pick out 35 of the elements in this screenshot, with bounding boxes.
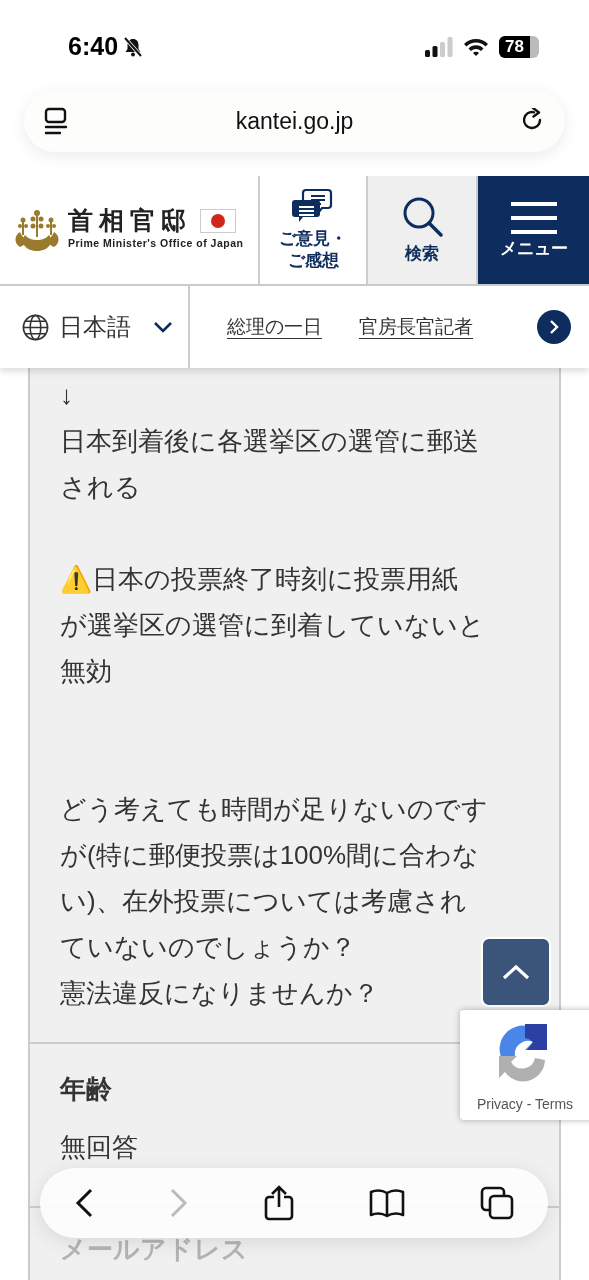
search-button[interactable]: 検索 bbox=[368, 176, 478, 284]
nav-link[interactable]: 官房長官記者 bbox=[359, 312, 473, 342]
bell-off-icon bbox=[122, 36, 145, 58]
scroll-right-button[interactable] bbox=[537, 310, 571, 344]
field-label: メールアドレス bbox=[60, 1233, 248, 1266]
url-text: kantei.go.jp bbox=[235, 106, 354, 136]
globe-icon bbox=[22, 313, 49, 341]
bookmarks-icon[interactable] bbox=[369, 1188, 405, 1218]
share-icon[interactable] bbox=[264, 1185, 294, 1221]
speech-bubbles-icon bbox=[292, 188, 334, 224]
clock-time: 6:40 bbox=[68, 31, 119, 63]
chevron-up-icon bbox=[502, 964, 530, 980]
privacy-terms-link[interactable]: Privacy - Terms bbox=[476, 1094, 574, 1115]
menu-button[interactable]: メニュー bbox=[478, 176, 589, 284]
tabs-icon[interactable] bbox=[480, 1186, 514, 1220]
chevron-right-icon bbox=[549, 319, 559, 335]
menu-icon bbox=[510, 200, 557, 234]
signal-icon bbox=[425, 37, 453, 57]
wifi-icon bbox=[463, 37, 489, 57]
logo-subtitle: Prime Minister's Office of Japan bbox=[68, 236, 244, 252]
field-value: 無回答 bbox=[60, 1131, 139, 1164]
paragraph-text: ↓ 日本到着後に各選挙区の選管に郵送 される bbox=[60, 379, 479, 504]
back-to-top-button[interactable] bbox=[481, 937, 551, 1007]
paragraph-text: どう考えても時間が足りないのです が(特に郵便投票は100%間に合わな い)、在外投票については考慮され ていないのでしょうか？ 憲法違反になりませんか？ bbox=[60, 793, 488, 1010]
reader-icon[interactable] bbox=[44, 107, 68, 135]
field-label: 年齢 bbox=[60, 1073, 112, 1106]
paragraph-text: ⚠日本の投票終了時刻に投票用紙 が選挙区の選管に到着していないと 無効 bbox=[60, 563, 485, 688]
nav-link[interactable]: 総理の一日 bbox=[227, 312, 322, 342]
logo-title: 首相官邸 bbox=[68, 208, 192, 234]
battery-level: 78 bbox=[504, 36, 525, 58]
chevron-down-icon bbox=[153, 321, 173, 333]
flag-icon bbox=[200, 208, 236, 233]
emblem-icon bbox=[14, 209, 60, 251]
back-icon[interactable] bbox=[74, 1187, 94, 1219]
address-bar[interactable]: kantei.go.jp bbox=[24, 90, 565, 152]
